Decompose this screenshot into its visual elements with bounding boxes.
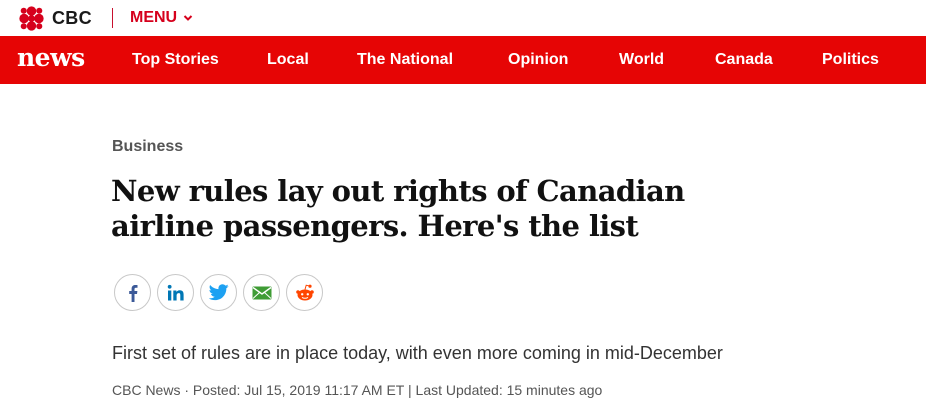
linkedin-icon	[167, 284, 184, 300]
cbc-gem-icon[interactable]	[18, 5, 45, 32]
article-headline: New rules lay out rights of Canadian air…	[111, 174, 685, 243]
nav-item-top-stories[interactable]: Top Stories	[132, 51, 219, 69]
share-linkedin-button[interactable]	[157, 274, 194, 311]
nav-item-local[interactable]: Local	[267, 51, 309, 69]
top-divider	[112, 8, 113, 28]
nav-item-politics[interactable]: Politics	[822, 51, 879, 69]
share-reddit-button[interactable]	[286, 274, 323, 311]
article-byline: CBC News · Posted: Jul 15, 2019 11:17 AM…	[112, 382, 602, 398]
nav-item-the-national[interactable]: The National	[357, 51, 453, 69]
chevron-down-icon	[183, 15, 193, 21]
top-bar: CBC MENU	[0, 0, 926, 36]
nav-item-canada[interactable]: Canada	[715, 51, 773, 69]
byline-dot: ·	[184, 382, 190, 398]
byline-updated: Last Updated: 15 minutes ago	[415, 382, 603, 398]
nav-item-opinion[interactable]: Opinion	[508, 51, 568, 69]
news-logo[interactable]: news	[17, 43, 85, 72]
menu-button[interactable]: MENU	[130, 9, 193, 27]
byline-bar: |	[408, 382, 412, 398]
email-icon	[252, 286, 271, 299]
byline-source[interactable]: CBC News	[112, 382, 180, 398]
byline-posted: Posted: Jul 15, 2019 11:17 AM ET	[192, 382, 405, 398]
facebook-icon	[128, 284, 137, 302]
article-deck: First set of rules are in place today, w…	[112, 343, 723, 363]
section-label[interactable]: Business	[112, 138, 183, 156]
nav-item-world[interactable]: World	[619, 51, 664, 69]
menu-label: MENU	[130, 9, 178, 26]
cbc-wordmark[interactable]: CBC	[52, 8, 92, 29]
share-facebook-button[interactable]	[114, 274, 151, 311]
share-twitter-button[interactable]	[200, 274, 237, 311]
share-email-button[interactable]	[243, 274, 280, 311]
section-nav: news Top Stories Local The National Opin…	[0, 36, 926, 84]
share-buttons	[114, 274, 323, 311]
reddit-icon	[295, 284, 314, 300]
twitter-icon	[208, 284, 229, 301]
